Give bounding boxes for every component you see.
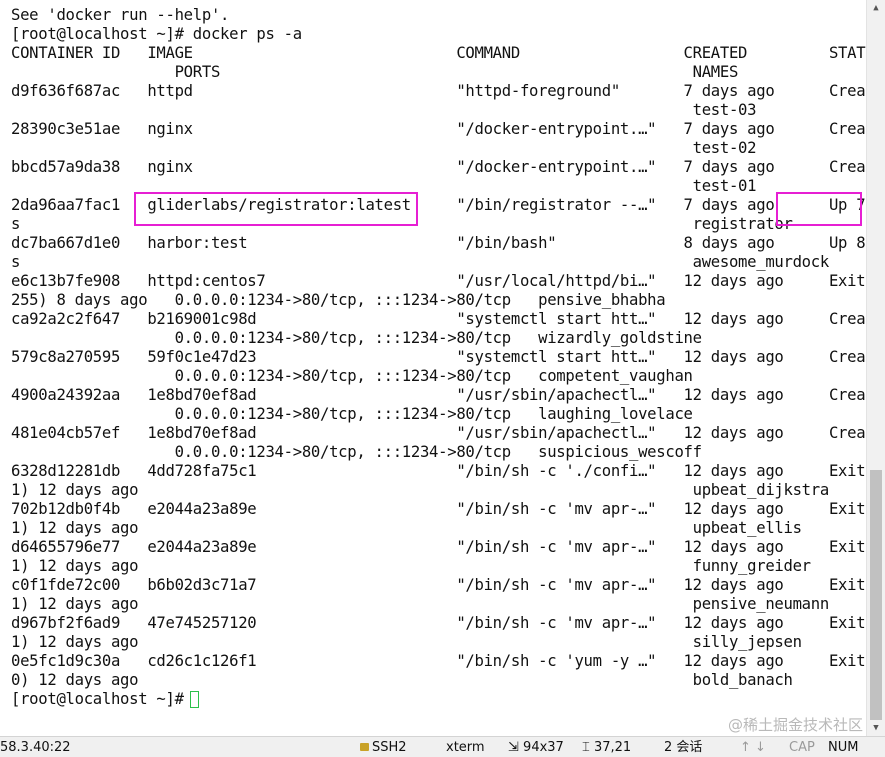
terminal-line: e6c13b7fe908 httpd:centos7 "/usr/local/h…: [11, 272, 866, 290]
terminal-line: 255) 8 days ago 0.0.0.0:1234->80/tcp, ::…: [11, 291, 666, 309]
lock-icon: [360, 743, 369, 751]
terminal-line: d64655796e77 e2044a23a89e "/bin/sh -c 'm…: [11, 538, 866, 556]
terminal-line: ca92a2c2f647 b2169001c98d "systemctl sta…: [11, 310, 866, 328]
terminal-line: [root@localhost ~]#: [11, 690, 193, 708]
terminal-line: dc7ba667d1e0 harbor:test "/bin/bash" 8 d…: [11, 234, 866, 252]
protocol-indicator: SSH2: [360, 739, 407, 756]
terminal-line: 0.0.0.0:1234->80/tcp, :::1234->80/tcp wi…: [11, 329, 702, 347]
caps-lock-indicator: CAP: [789, 740, 815, 755]
terminal-line: 0e5fc1d9c30a cd26c1c126f1 "/bin/sh -c 'y…: [11, 652, 866, 670]
vertical-scrollbar[interactable]: ▲ ▼: [866, 0, 885, 736]
terminal-line: 579c8a270595 59f0c1e47d23 "systemctl sta…: [11, 348, 866, 366]
terminal-line: 0.0.0.0:1234->80/tcp, :::1234->80/tcp co…: [11, 367, 693, 385]
terminal-line: d9f636f687ac httpd "httpd-foreground" 7 …: [11, 82, 866, 100]
terminal-line: See 'docker run --help'.: [11, 6, 230, 24]
terminal-size: ⇲ 94x37: [508, 739, 564, 756]
text-cursor: [190, 691, 199, 708]
nav-arrows: ↑ ↓: [740, 740, 766, 755]
protocol-label: SSH2: [372, 740, 407, 755]
terminal-output[interactable]: See 'docker run --help'. [root@localhost …: [0, 0, 866, 736]
terminal-line: 0) 12 days ago bold_banach: [11, 671, 793, 689]
terminal-line: 1) 12 days ago upbeat_dijkstra: [11, 481, 829, 499]
terminal-line: 702b12db0f4b e2044a23a89e "/bin/sh -c 'm…: [11, 500, 866, 518]
host-address: 58.3.40:22: [0, 740, 71, 755]
terminal-line: bbcd57a9da38 nginx "/docker-entrypoint.……: [11, 158, 866, 176]
terminal-line: 481e04cb57ef 1e8bd70ef8ad "/usr/sbin/apa…: [11, 424, 866, 442]
terminal-line: 1) 12 days ago pensive_neumann: [11, 595, 829, 613]
terminal-line: s awesome_murdock: [11, 253, 829, 271]
cursor-position-label: 37,21: [593, 740, 632, 755]
scroll-down-icon[interactable]: ▼: [867, 720, 885, 736]
cursor-position: ⌶ 37,21: [582, 739, 631, 756]
terminal-line: test-03: [11, 101, 757, 119]
terminal-line: 0.0.0.0:1234->80/tcp, :::1234->80/tcp su…: [11, 443, 702, 461]
terminal-line: CONTAINER ID IMAGE COMMAND CREATED STATU…: [11, 44, 866, 62]
terminal-line: 1) 12 days ago silly_jepsen: [11, 633, 802, 651]
watermark: @稀土掘金技术社区: [727, 716, 863, 734]
terminal-type: xterm: [446, 740, 485, 755]
status-bar: 58.3.40:22 SSH2 xterm ⇲ 94x37 ⌶ 37,21 2 …: [0, 736, 885, 757]
scroll-up-icon[interactable]: ▲: [867, 0, 885, 16]
terminal-line: test-02: [11, 139, 757, 157]
terminal-line: 4900a24392aa 1e8bd70ef8ad "/usr/sbin/apa…: [11, 386, 866, 404]
terminal-line: c0f1fde72c00 b6b02d3c71a7 "/bin/sh -c 'm…: [11, 576, 866, 594]
resize-icon: ⇲: [508, 740, 519, 755]
terminal-line: 6328d12281db 4dd728fa75c1 "/bin/sh -c '.…: [11, 462, 866, 480]
terminal-line: d967bf2f6ad9 47e745257120 "/bin/sh -c 'm…: [11, 614, 866, 632]
terminal-line: PORTS NAMES: [11, 63, 739, 81]
terminal-line: 1) 12 days ago upbeat_ellis: [11, 519, 802, 537]
scrollbar-thumb[interactable]: [870, 470, 882, 720]
terminal-line: 28390c3e51ae nginx "/docker-entrypoint.……: [11, 120, 866, 138]
num-lock-indicator: NUM: [828, 740, 859, 755]
session-count: 2 会话: [664, 740, 703, 755]
cursor-position-icon: ⌶: [582, 740, 590, 755]
terminal-line: [root@localhost ~]# docker ps -a: [11, 25, 302, 43]
terminal-size-label: 94x37: [523, 740, 564, 755]
terminal-line: 1) 12 days ago funny_greider: [11, 557, 811, 575]
highlight-status-up: [776, 192, 862, 226]
terminal-line: 0.0.0.0:1234->80/tcp, :::1234->80/tcp la…: [11, 405, 693, 423]
highlight-image-registrator: [134, 192, 418, 226]
